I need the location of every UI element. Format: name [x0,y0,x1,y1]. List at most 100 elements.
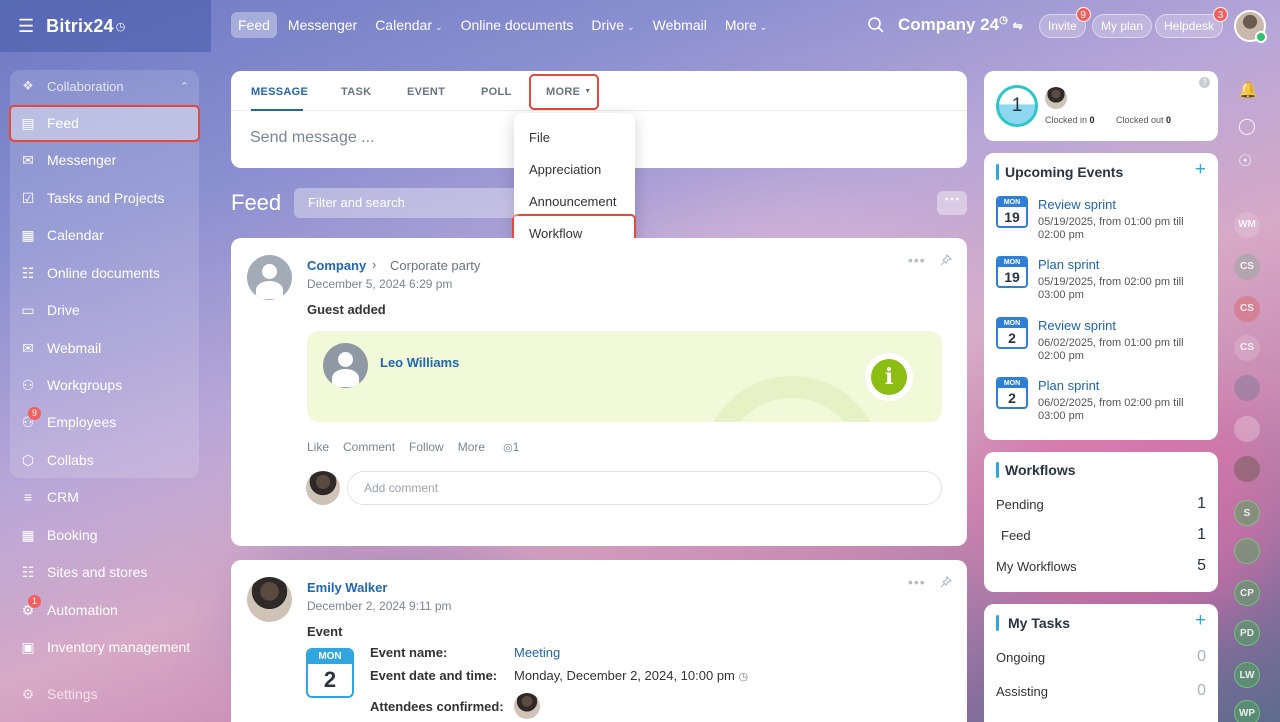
company-avatar[interactable] [247,255,292,300]
post-date[interactable]: December 5, 2024 6:29 pm [307,277,452,291]
chat-avatar[interactable] [1234,416,1260,442]
tab-more[interactable]: MORE ▼ [546,86,591,106]
sidebar-item-online-documents[interactable]: ☷ Online documents [10,256,199,290]
clocked-out[interactable]: Clocked out 0 [1116,115,1171,125]
upcoming-events-title[interactable]: Upcoming Events [1005,164,1123,180]
sidebar-item-settings[interactable]: ⚙ Settings [10,677,199,711]
chat-avatar[interactable] [1234,456,1260,482]
pin-icon[interactable] [940,576,952,588]
tab-message[interactable]: MESSAGE [251,86,308,106]
workflows-title[interactable]: Workflows [1005,462,1076,478]
sidebar-item-feed[interactable]: ▤ Feed [10,106,199,140]
logo[interactable]: Bitrix24 [46,16,114,37]
follow-button[interactable]: Follow [409,440,444,454]
nav-online-documents[interactable]: Online documents [454,12,581,38]
workflow-row-label[interactable]: My Workflows [996,559,1077,574]
help-icon[interactable]: ? [1199,77,1210,88]
filter-search-input[interactable]: Filter and search [294,188,519,218]
nav-calendar[interactable]: Calendar ⌄ [368,12,449,38]
task-row-label[interactable]: Ongoing [996,650,1045,665]
my-tasks-title[interactable]: My Tasks [1008,615,1070,631]
workflow-row-label[interactable]: Feed [1001,528,1031,543]
add-comment-input[interactable]: Add comment [347,471,942,505]
settings-sliders-icon[interactable]: ⇋ [1013,19,1023,33]
search-icon[interactable] [867,16,885,34]
sidebar-item-messenger[interactable]: ✉ Messenger [10,143,199,177]
task-row-label[interactable]: Assisting [996,684,1048,699]
sidebar-group-header[interactable]: ❖ Collaboration ⌃ [10,69,199,103]
workflow-row-count[interactable]: 5 [1197,557,1206,575]
company-name[interactable]: Company 24◷ ⇋ [898,15,1023,35]
menu-item-announcement[interactable]: Announcement [529,194,616,209]
event-title[interactable]: Plan sprint [1038,257,1099,272]
add-task-icon[interactable]: + [1195,610,1206,632]
workflow-row-count[interactable]: 1 [1197,526,1206,544]
menu-item-appreciation[interactable]: Appreciation [529,162,601,177]
chat-avatar-cp[interactable]: CP [1234,580,1260,606]
event-name[interactable]: Meeting [514,645,560,660]
chevron-up-icon[interactable]: ⌃ [180,80,189,93]
sidebar-item-workgroups[interactable]: ⚇ Workgroups [10,368,199,402]
author-avatar[interactable] [247,577,292,622]
chat-avatar-cs[interactable]: CS [1234,335,1260,361]
guest-name[interactable]: Leo Williams [380,355,459,370]
task-row-count[interactable]: 0 [1197,648,1206,666]
chat-avatar[interactable] [1234,538,1260,564]
chat-avatar-pd[interactable]: PD [1234,620,1260,646]
event-title[interactable]: Review sprint [1038,318,1116,333]
invite-button[interactable]: Invite 9 [1039,7,1091,38]
sidebar-item-employees[interactable]: ⚇ 9 Employees [10,405,199,439]
message-input[interactable]: Send message ... [250,129,375,147]
sidebar-item-automation[interactable]: ⚙ 1 Automation [10,593,199,627]
tab-event[interactable]: EVENT [407,86,445,106]
pin-icon[interactable] [940,254,952,266]
helpdesk-button[interactable]: Helpdesk 3 [1155,7,1229,38]
chat-avatar-cs[interactable]: CS [1234,296,1260,322]
chat-avatar-s[interactable]: S [1234,500,1260,526]
tab-task[interactable]: TASK [341,86,371,106]
post-author[interactable]: Company [307,258,366,273]
tab-poll[interactable]: POLL [481,86,512,106]
workflow-row-count[interactable]: 1 [1197,495,1206,513]
my-plan-button[interactable]: My plan [1092,14,1153,38]
feed-more-button[interactable]: ⋯ [937,191,967,215]
chat-icon[interactable]: ☉ [1238,151,1252,171]
nav-webmail[interactable]: Webmail [646,12,714,38]
chat-avatar-wp[interactable]: WP [1234,700,1260,722]
chat-avatar-wm[interactable]: WM [1234,212,1260,238]
menu-icon[interactable]: ☰ [18,16,34,37]
nav-messenger[interactable]: Messenger [281,12,364,38]
chat-avatar[interactable] [1234,375,1260,401]
more-button[interactable]: More [458,440,485,454]
chat-avatar-cs[interactable]: CS [1234,254,1260,280]
menu-item-file[interactable]: File [529,130,550,145]
post-menu-icon[interactable]: ••• [908,574,926,590]
event-title[interactable]: Review sprint [1038,197,1116,212]
attendee-avatar[interactable] [514,693,540,719]
sidebar-item-collabs[interactable]: ⬡ Collabs [10,443,199,477]
nav-feed[interactable]: Feed [231,12,277,38]
nav-drive[interactable]: Drive ⌄ [584,12,641,38]
sidebar-item-drive[interactable]: ▭ Drive [10,293,199,327]
guest-avatar[interactable] [323,343,368,388]
work-hours-indicator[interactable]: 1 [996,85,1038,127]
comment-button[interactable]: Comment [343,440,395,454]
chat-avatar-lw[interactable]: LW [1234,662,1260,688]
post-destination[interactable]: Corporate party [390,258,480,273]
sidebar-item-calendar[interactable]: ▦ Calendar [10,218,199,252]
clocked-in[interactable]: Clocked in 0 [1045,115,1095,125]
post-author[interactable]: Emily Walker [307,580,387,595]
nav-more[interactable]: More ⌄ [718,12,774,38]
sidebar-item-inventory-management[interactable]: ▣ Inventory management [10,630,199,664]
post-menu-icon[interactable]: ••• [908,252,926,268]
post-date[interactable]: December 2, 2024 9:11 pm [307,599,452,613]
task-row-count[interactable]: 0 [1197,682,1206,700]
user-avatar[interactable] [1234,10,1267,43]
sidebar-item-webmail[interactable]: ✉ Webmail [10,331,199,365]
sidebar-item-booking[interactable]: ▦ Booking [10,518,199,552]
notifications-bell-icon[interactable]: 🔔 [1238,80,1258,100]
sidebar-item-tasks-and-projects[interactable]: ☑ Tasks and Projects [10,181,199,215]
like-button[interactable]: Like [307,440,329,454]
activity-stream-icon[interactable]: ◯ [1238,116,1256,136]
sidebar-item-crm[interactable]: ≡ CRM [10,480,199,514]
